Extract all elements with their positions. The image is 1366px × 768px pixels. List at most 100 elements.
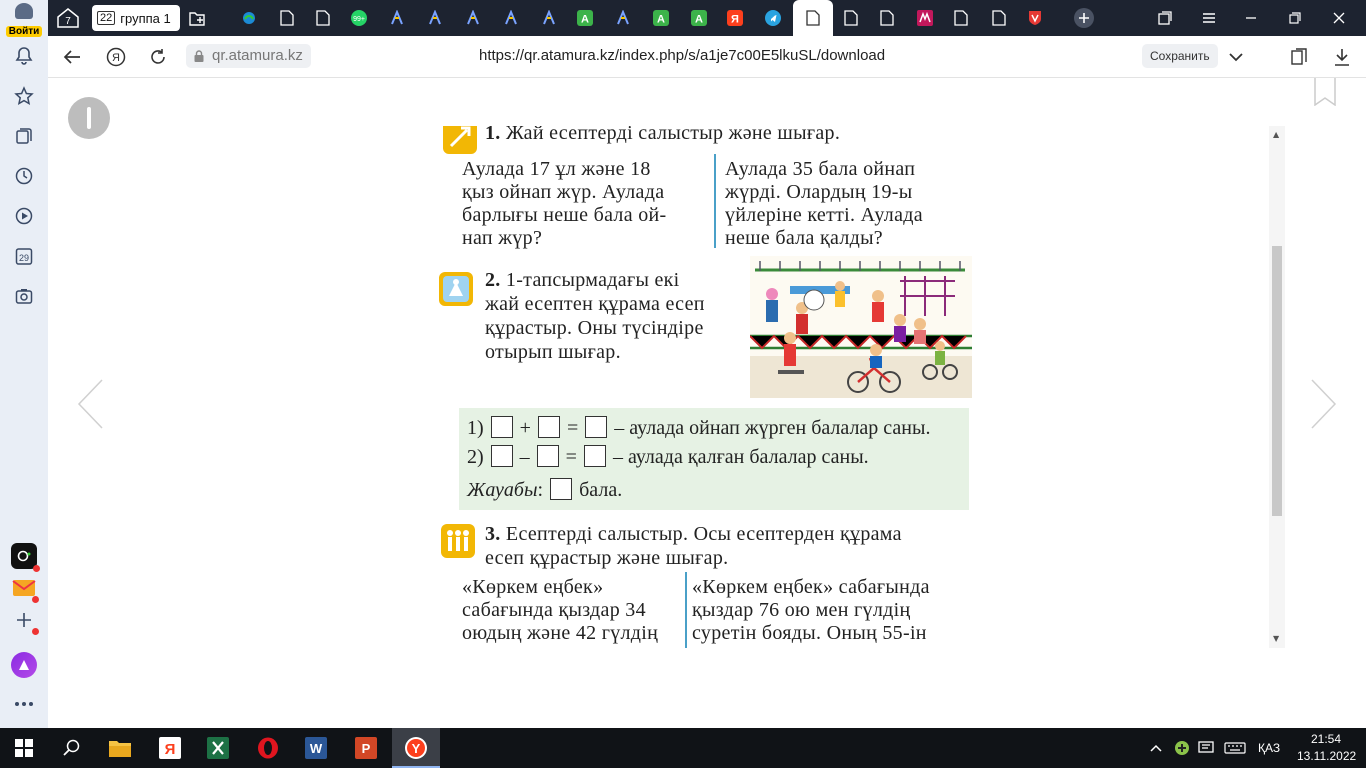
minimize-icon[interactable]: [1236, 6, 1266, 30]
powerpoint-icon[interactable]: P: [344, 732, 388, 764]
star-icon[interactable]: [12, 84, 36, 108]
tray-update-icon[interactable]: [1170, 732, 1194, 764]
tab-bilimland-2[interactable]: [420, 4, 450, 32]
screenshot-icon[interactable]: [12, 284, 36, 308]
alice-icon[interactable]: [11, 652, 37, 678]
calendar-day: 29: [19, 253, 29, 263]
new-group-tab-icon[interactable]: [184, 4, 210, 32]
task2-line-3: құрастыр. Оны түсіндіре: [485, 317, 704, 339]
scroll-thumb[interactable]: [1272, 246, 1282, 516]
answer-box[interactable]: [490, 416, 513, 438]
tab-shield-logo[interactable]: [1020, 4, 1050, 32]
tab-document-1[interactable]: [272, 4, 302, 32]
tab-document-5[interactable]: [946, 4, 976, 32]
svg-text:P: P: [362, 741, 371, 756]
tab-telegram[interactable]: [758, 4, 788, 32]
pinned-count: 7: [65, 16, 71, 27]
word-icon[interactable]: W: [294, 732, 338, 764]
tab-bilimland-4[interactable]: [496, 4, 526, 32]
menu-icon[interactable]: [1194, 6, 1224, 30]
login-button[interactable]: Войти: [4, 3, 44, 37]
tab-bilimland-6[interactable]: [608, 4, 638, 32]
yandex-icon[interactable]: Я: [148, 732, 192, 764]
tray-notification-icon[interactable]: [1194, 732, 1218, 764]
next-page-arrow[interactable]: [1310, 378, 1338, 430]
download-icon[interactable]: [1330, 45, 1354, 69]
tab-whatsapp[interactable]: 99+: [344, 4, 374, 32]
bookmark-icon[interactable]: [1314, 78, 1336, 106]
tab-bilimland-1[interactable]: [382, 4, 412, 32]
back-button[interactable]: [60, 45, 84, 69]
history-icon[interactable]: [12, 164, 36, 188]
bell-icon[interactable]: [12, 44, 36, 68]
tab-bilimland-5[interactable]: [534, 4, 564, 32]
svg-text:Я: Я: [731, 14, 739, 26]
alice-app-icon[interactable]: [11, 543, 40, 572]
scroll-down-icon[interactable]: ▼: [1273, 634, 1279, 643]
answer-box[interactable]: [536, 445, 559, 467]
new-tab-button[interactable]: [1070, 4, 1098, 32]
search-icon[interactable]: [50, 732, 94, 764]
task2-icon: [439, 272, 473, 306]
restore-icon[interactable]: [1280, 6, 1310, 30]
answer-box[interactable]: [585, 416, 608, 438]
pinned-tabs-button[interactable]: 7: [54, 4, 82, 32]
tab-bilimland-3[interactable]: [458, 4, 488, 32]
task3-line-2: есеп құрастыр және шығар.: [485, 547, 729, 569]
domain-badge[interactable]: qr.atamura.kz: [186, 44, 311, 68]
page-scrollbar[interactable]: ▲ ▼: [1269, 126, 1285, 648]
tab-kundelik[interactable]: [234, 4, 264, 32]
language-indicator[interactable]: ҚАЗ: [1258, 741, 1280, 755]
answer-box[interactable]: [550, 478, 573, 500]
video-icon[interactable]: [12, 204, 36, 228]
save-button[interactable]: Сохранить: [1142, 44, 1218, 68]
mail-icon[interactable]: [12, 576, 39, 603]
close-icon[interactable]: [1324, 6, 1354, 30]
excel-icon[interactable]: [196, 732, 240, 764]
tab-document-6[interactable]: [984, 4, 1014, 32]
tab-document-4[interactable]: [872, 4, 902, 32]
tab-group[interactable]: 22 группа 1: [92, 5, 180, 31]
tray-keyboard-icon[interactable]: [1220, 732, 1250, 764]
tab-green-a-1[interactable]: A: [570, 4, 600, 32]
tab-green-a-3[interactable]: A: [684, 4, 714, 32]
pause-button[interactable]: [68, 97, 110, 139]
task3-right-line-2: қыздар 76 ою мен гүлдің: [692, 599, 911, 621]
answer-box[interactable]: [583, 445, 606, 467]
tab-active-document[interactable]: [793, 0, 833, 36]
task2-line-2: жай есептен құрама есеп: [485, 293, 705, 315]
url-field[interactable]: https://qr.atamura.kz/index.php/s/a1je7c…: [479, 47, 885, 64]
yandex-logo-icon[interactable]: Я: [104, 45, 128, 69]
tab-yandex[interactable]: Я: [720, 4, 750, 32]
tab-red-logo[interactable]: [910, 4, 940, 32]
previous-page-arrow[interactable]: [76, 378, 104, 430]
collections-icon[interactable]: [12, 124, 36, 148]
equations-box: 1) + = – аулада ойнап жүрген балалар сан…: [459, 408, 969, 510]
explorer-icon[interactable]: [98, 732, 142, 764]
task3-left-line-1: «Көркем еңбек»: [462, 576, 604, 598]
chevron-down-icon[interactable]: [1224, 45, 1248, 69]
svg-text:Y: Y: [412, 741, 421, 756]
tab-document-2[interactable]: [308, 4, 338, 32]
start-icon[interactable]: [2, 732, 46, 764]
clock-time[interactable]: 21:54: [1311, 732, 1341, 746]
more-icon[interactable]: [12, 692, 36, 716]
reader-mode-icon[interactable]: [1288, 45, 1312, 69]
clock-date[interactable]: 13.11.2022: [1297, 749, 1356, 763]
playground-illustration: [750, 256, 972, 398]
tab-layout-icon[interactable]: [1150, 6, 1180, 30]
task3-left-line-2: сабағында қыздар 34: [462, 599, 646, 621]
browser-sidebar: Войти 29: [0, 0, 48, 728]
scroll-up-icon[interactable]: ▲: [1273, 130, 1279, 139]
calendar-icon[interactable]: 29: [12, 244, 36, 268]
tray-chevron-up-icon[interactable]: [1144, 732, 1168, 764]
tab-document-3[interactable]: [836, 4, 866, 32]
task1-icon: [443, 126, 477, 154]
tab-green-a-2[interactable]: A: [646, 4, 676, 32]
answer-box[interactable]: [537, 416, 560, 438]
add-icon[interactable]: [12, 608, 39, 635]
opera-icon[interactable]: [246, 732, 290, 764]
yandex-browser-icon[interactable]: Y: [392, 728, 440, 768]
reload-icon[interactable]: [146, 45, 170, 69]
answer-box[interactable]: [490, 445, 513, 467]
